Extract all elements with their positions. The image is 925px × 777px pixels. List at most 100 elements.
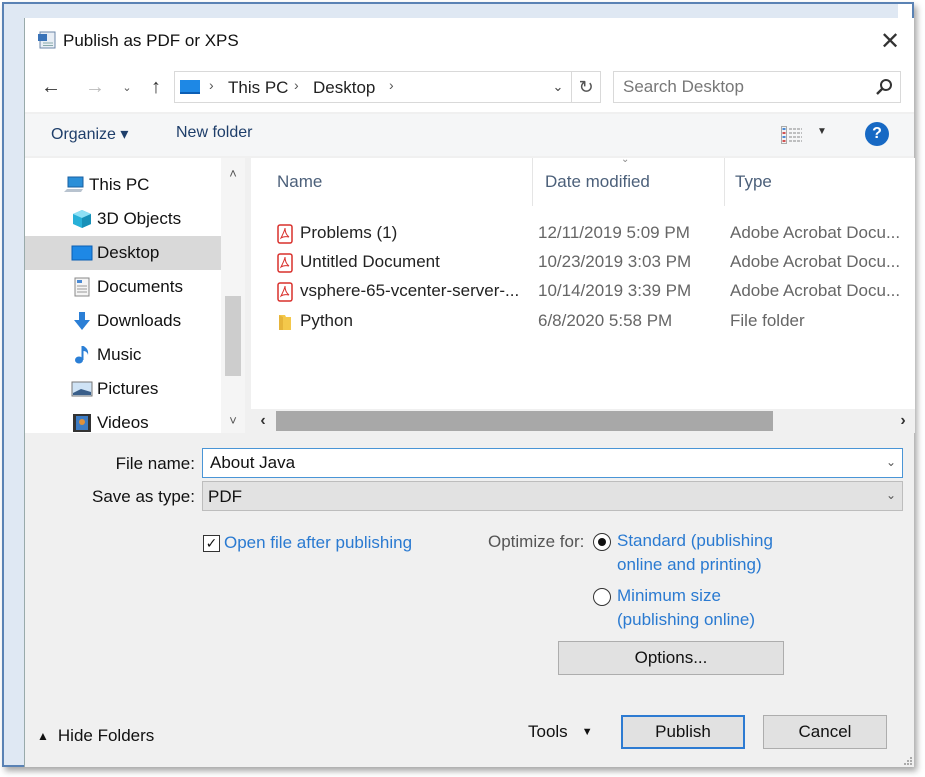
file-list: ⌄ Name Date modified Type Problems (1) 1… xyxy=(251,154,915,433)
minimum-size-radio-label[interactable]: Minimum size (publishing online) xyxy=(617,584,755,632)
open-after-publishing-label[interactable]: Open file after publishing xyxy=(224,533,412,553)
pdf-icon xyxy=(277,224,293,244)
close-button[interactable]: ✕ xyxy=(872,24,908,58)
options-button[interactable]: Options... xyxy=(558,641,784,675)
column-header-date-modified[interactable]: Date modified xyxy=(533,158,725,206)
scrollbar-thumb[interactable] xyxy=(225,296,241,376)
chevron-down-icon: ˅ xyxy=(229,412,237,428)
file-name: vsphere-65-vcenter-server-... xyxy=(300,281,520,300)
arrow-up-icon: ↑ xyxy=(151,75,161,98)
chevron-down-icon[interactable]: ⌄ xyxy=(886,455,896,469)
refresh-button[interactable]: ↻ xyxy=(571,72,600,102)
chevron-right-icon: › xyxy=(900,412,906,429)
scroll-left-button[interactable]: ‹ xyxy=(251,409,275,433)
hide-folders-button[interactable]: ▲ Hide Folders xyxy=(37,726,154,746)
resize-grip-icon[interactable] xyxy=(902,755,912,765)
sidebar-item-desktop[interactable]: Desktop xyxy=(25,236,221,270)
sidebar-item-documents[interactable]: Documents xyxy=(25,270,221,304)
save-as-type-select[interactable]: PDF ⌄ xyxy=(202,481,903,511)
search-icon[interactable] xyxy=(874,77,894,97)
file-type: File folder xyxy=(730,311,805,330)
tools-menu-button[interactable]: Tools ▼ xyxy=(528,722,593,742)
publish-button[interactable]: Publish xyxy=(621,715,745,749)
refresh-icon: ↻ xyxy=(578,76,594,97)
organize-button[interactable]: Organize ▾ xyxy=(51,124,128,144)
forward-button[interactable]: → xyxy=(81,74,109,100)
sidebar-item-this-pc[interactable]: This PC xyxy=(25,168,221,202)
open-after-publishing-option[interactable]: ✓ Open file after publishing xyxy=(203,533,412,553)
file-row[interactable]: Problems (1) 12/11/2019 5:09 PM Adobe Ac… xyxy=(251,219,915,248)
standard-radio[interactable] xyxy=(593,533,611,551)
chevron-down-icon: ⌄ xyxy=(885,488,896,502)
file-row[interactable]: vsphere-65-vcenter-server-... 10/14/2019… xyxy=(251,277,915,306)
file-date: 10/23/2019 3:03 PM xyxy=(538,252,692,271)
file-date: 10/14/2019 3:39 PM xyxy=(538,281,692,300)
tools-label: Tools xyxy=(528,722,568,741)
help-icon[interactable]: ? xyxy=(865,122,889,146)
sidebar-item-downloads[interactable]: Downloads xyxy=(25,304,221,338)
scrollbar-thumb[interactable] xyxy=(276,411,773,431)
column-header-name[interactable]: Name xyxy=(251,158,533,206)
address-bar[interactable]: › This PC › Desktop › ⌄ ↻ xyxy=(174,71,601,103)
window-frame: -/ngtdf-fn,nee Publish as PDF or XPS ✕ ←… xyxy=(2,2,915,767)
chevron-down-icon: ⌄ xyxy=(122,81,132,94)
chevron-down-icon: ⌄ xyxy=(552,79,564,94)
close-icon: ✕ xyxy=(879,27,901,55)
navigation-pane: This PC 3D Objects Desktop Documents Dow… xyxy=(25,158,245,433)
file-name-input[interactable] xyxy=(203,449,873,477)
minimum-size-radio[interactable] xyxy=(593,588,611,606)
file-name-label: File name: xyxy=(115,454,195,473)
standard-label-line1: Standard (publishing xyxy=(617,531,773,550)
sidebar-item-videos[interactable]: Videos xyxy=(25,406,221,440)
file-name: Problems (1) xyxy=(300,223,398,242)
breadcrumb-this-pc[interactable]: This PC xyxy=(228,78,288,98)
file-name: Python xyxy=(300,311,353,330)
file-type: Adobe Acrobat Docu... xyxy=(730,223,901,242)
recent-locations-button[interactable]: ⌄ xyxy=(119,74,135,100)
scroll-down-button[interactable]: ˅ xyxy=(221,409,245,431)
view-details-icon[interactable] xyxy=(781,126,803,144)
file-type: Adobe Acrobat Docu... xyxy=(730,281,901,300)
title-bar: Publish as PDF or XPS ✕ xyxy=(25,18,914,64)
column-header-type[interactable]: Type xyxy=(725,158,915,206)
downloads-icon xyxy=(74,312,90,330)
sidebar-item-label: This PC xyxy=(89,175,150,194)
publish-dialog: Publish as PDF or XPS ✕ ← → ⌄ ↑ › This P… xyxy=(24,18,915,767)
breadcrumb-separator-icon: › xyxy=(294,77,299,93)
sidebar-item-label: Documents xyxy=(97,277,183,296)
this-pc-icon xyxy=(180,80,200,94)
breadcrumb-desktop[interactable]: Desktop xyxy=(313,78,375,98)
standard-label-line2: online and printing) xyxy=(617,555,762,574)
file-row[interactable]: Untitled Document 10/23/2019 3:03 PM Ado… xyxy=(251,248,915,277)
open-after-publishing-checkbox[interactable]: ✓ xyxy=(203,534,220,552)
sidebar-item-label: Pictures xyxy=(97,379,159,398)
pdf-icon xyxy=(277,253,293,273)
checkmark-icon: ✓ xyxy=(205,534,218,551)
sidebar-item-music[interactable]: Music xyxy=(25,338,221,372)
search-box xyxy=(613,71,901,103)
3d-objects-icon xyxy=(73,210,91,228)
sidebar-item-label: 3D Objects xyxy=(97,209,182,228)
sidebar-item-3d-objects[interactable]: 3D Objects xyxy=(25,202,221,236)
computer-icon xyxy=(64,176,84,192)
pdf-icon xyxy=(277,282,293,302)
file-row[interactable]: Python 6/8/2020 5:58 PM File folder xyxy=(251,307,915,336)
cancel-button[interactable]: Cancel xyxy=(763,715,887,749)
navigation-pane-scrollbar[interactable]: ˄ ˅ xyxy=(221,158,245,433)
back-button[interactable]: ← xyxy=(37,74,65,100)
breadcrumb-separator-icon[interactable]: › xyxy=(389,77,394,93)
up-button[interactable]: ↑ xyxy=(143,74,169,100)
window-title: Publish as PDF or XPS xyxy=(63,31,239,50)
desktop-icon xyxy=(71,245,93,261)
search-input[interactable] xyxy=(614,72,864,102)
file-list-horizontal-scrollbar[interactable]: ‹ › xyxy=(251,409,915,433)
new-folder-button[interactable]: New folder xyxy=(176,124,252,142)
scroll-up-button[interactable]: ˄ xyxy=(221,162,245,184)
scroll-right-button[interactable]: › xyxy=(891,409,915,433)
file-name: Untitled Document xyxy=(300,252,440,271)
standard-radio-label[interactable]: Standard (publishing online and printing… xyxy=(617,529,773,577)
pictures-icon xyxy=(71,381,93,397)
view-options-dropdown[interactable]: ▼ xyxy=(817,126,827,137)
sidebar-item-pictures[interactable]: Pictures xyxy=(25,372,221,406)
address-dropdown-button[interactable]: ⌄ xyxy=(547,76,569,98)
